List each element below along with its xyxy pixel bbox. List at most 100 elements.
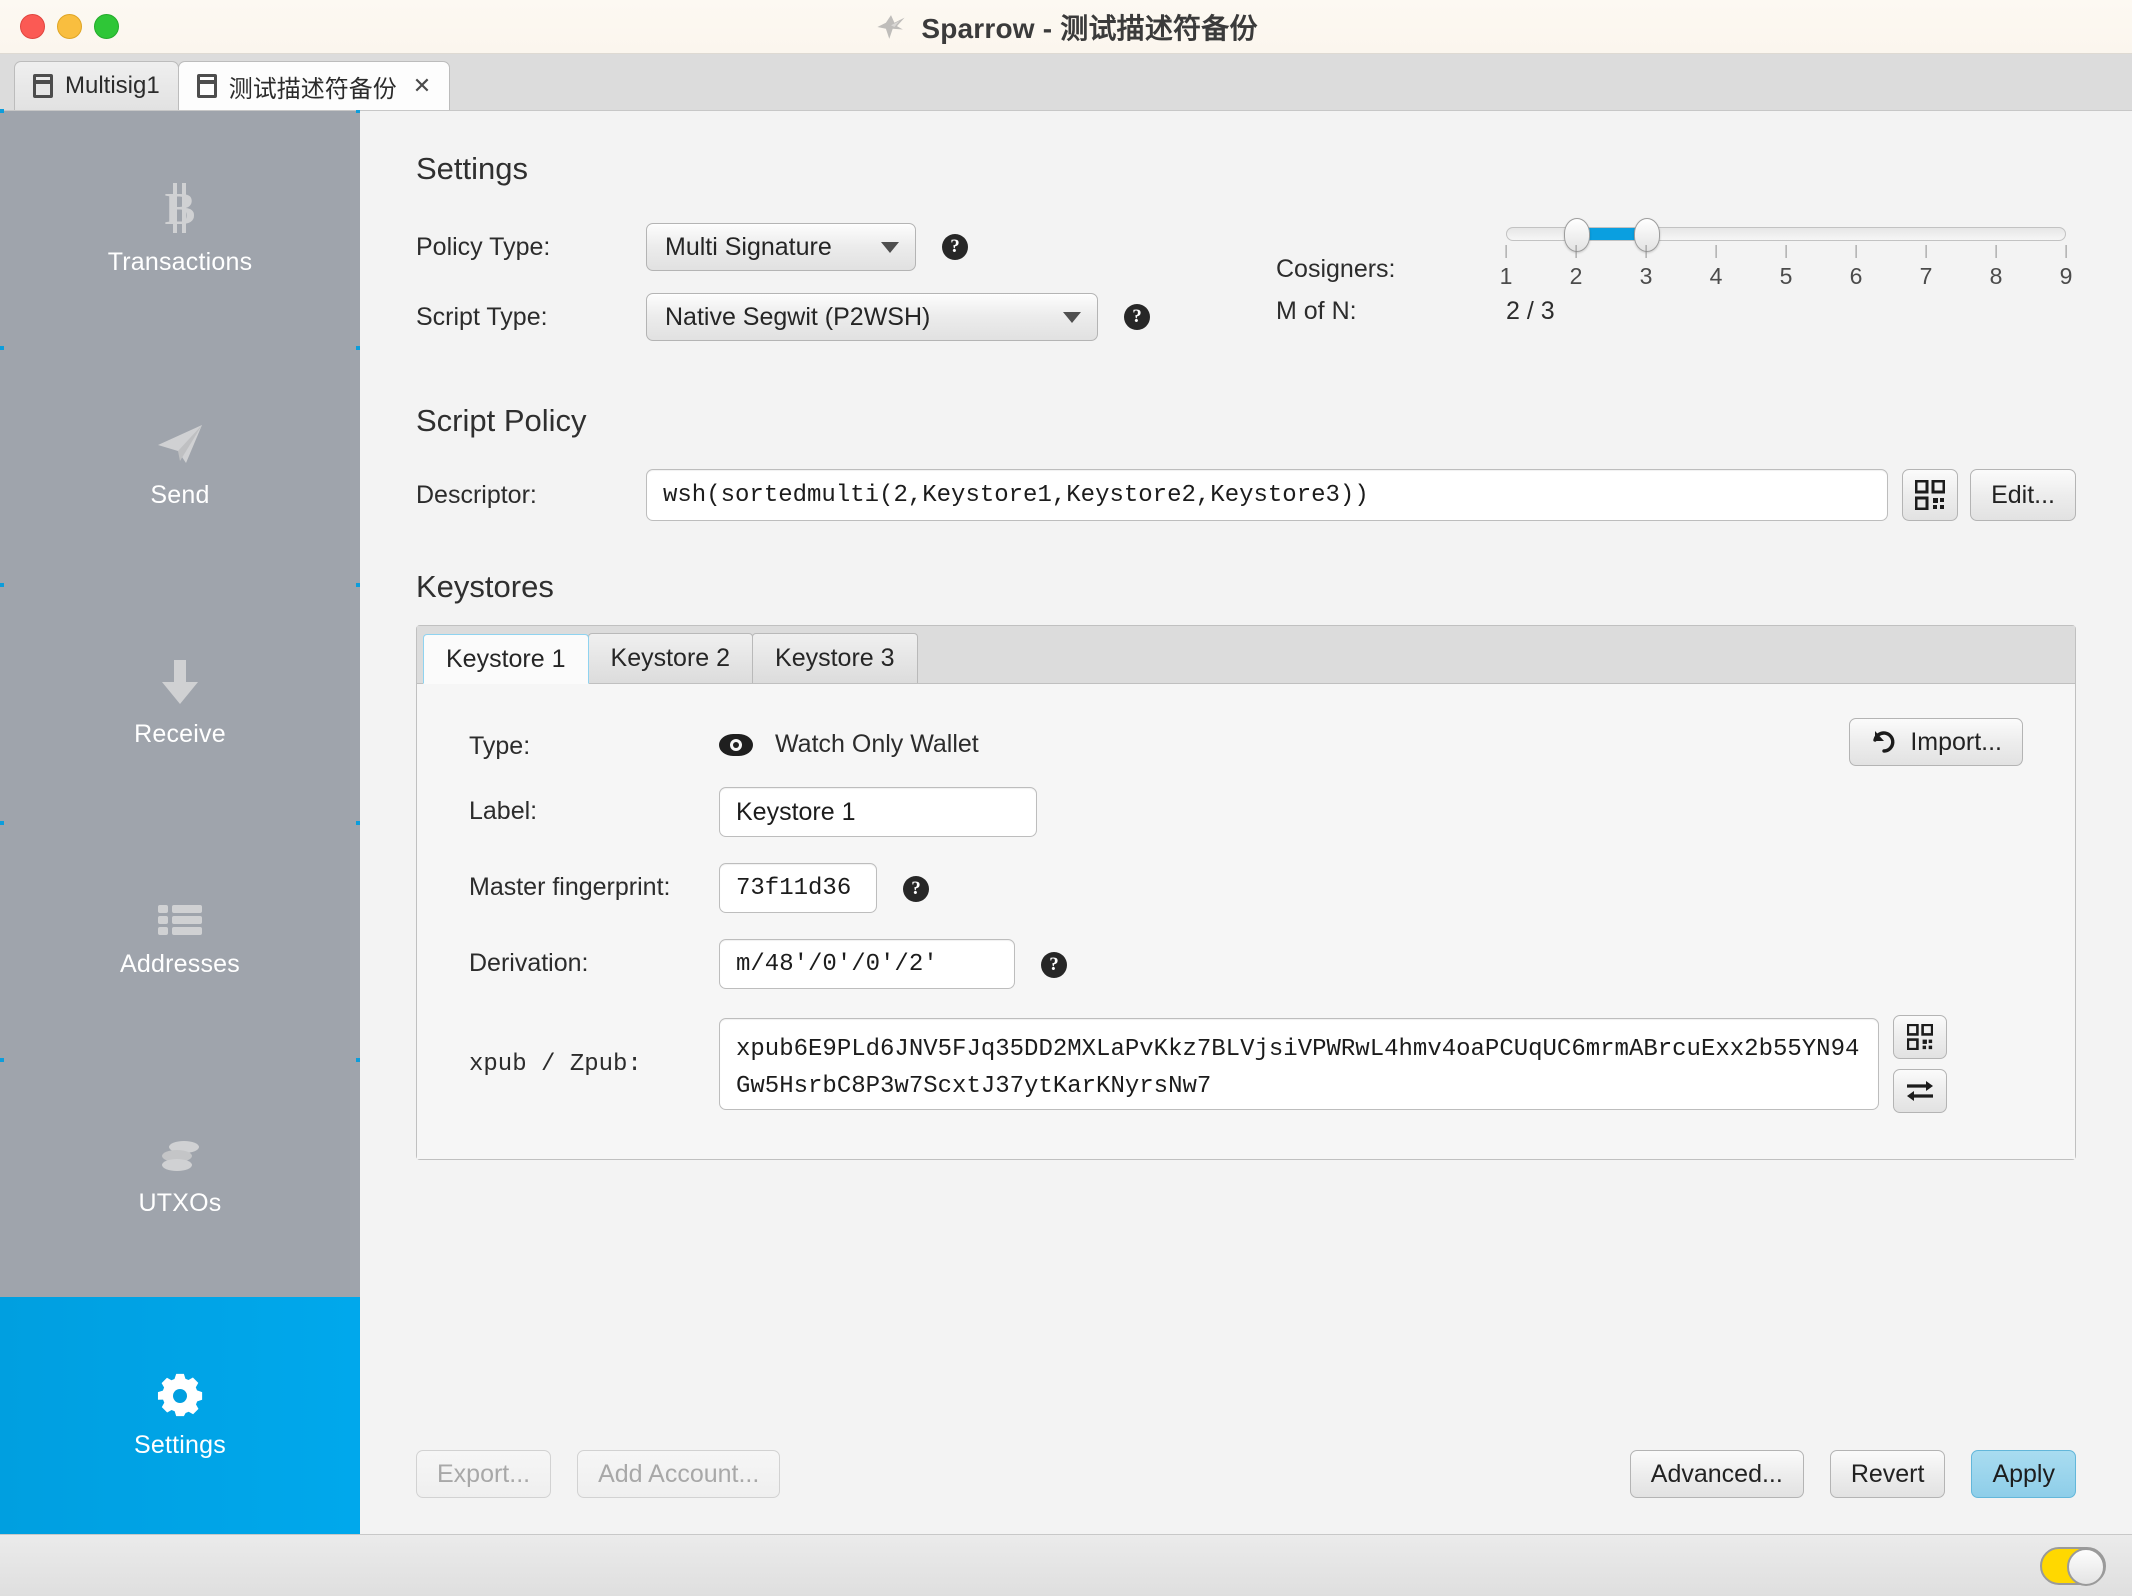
maximize-window-button[interactable] [94, 14, 119, 39]
minimize-window-button[interactable] [57, 14, 82, 39]
keystore-xpub-value: xpub6E9PLd6JNV5FJq35DD2MXLaPvKkz7BLVjsiV… [736, 1036, 1859, 1100]
slider-tick-mark [1645, 245, 1646, 258]
apply-button[interactable]: Apply [1971, 1450, 2076, 1498]
body-area: B Transactions Send [0, 111, 2132, 1534]
export-button[interactable]: Export... [416, 1450, 551, 1498]
descriptor-edit-button[interactable]: Edit... [1970, 469, 2076, 521]
app-window: Sparrow - 测试描述符备份 Multisig1 测试描述符备份 ✕ B [0, 0, 2132, 1596]
theme-toggle[interactable] [2040, 1547, 2106, 1585]
undo-icon [1870, 728, 1898, 756]
sidebar-item-receive[interactable]: Receive [0, 585, 360, 822]
revert-button[interactable]: Revert [1830, 1450, 1946, 1498]
exchange-arrows-icon [1905, 1079, 1935, 1103]
apply-label: Apply [1992, 1460, 2055, 1489]
slider-tick-value: 3 [1640, 263, 1653, 290]
descriptor-qr-button[interactable] [1902, 469, 1958, 521]
keystore-derivation-input[interactable]: m/48'/0'/0'/2' [719, 939, 1015, 989]
add-account-button[interactable]: Add Account... [577, 1450, 780, 1498]
sidebar-divider-dot [0, 346, 4, 350]
sidebar-item-label: Receive [134, 720, 226, 749]
keystore-label-value: Keystore 1 [736, 798, 856, 827]
list-icon [158, 904, 202, 936]
policy-type-value: Multi Signature [665, 233, 832, 262]
sidebar-item-send[interactable]: Send [0, 348, 360, 585]
descriptor-input[interactable]: wsh(sortedmulti(2,Keystore1,Keystore2,Ke… [646, 469, 1888, 521]
script-type-select[interactable]: Native Segwit (P2WSH) [646, 293, 1098, 341]
sidebar-divider-dot [0, 583, 4, 587]
eye-icon [719, 734, 753, 756]
keystore-tab-2[interactable]: Keystore 2 [588, 633, 754, 683]
qrcode-icon [1907, 1024, 1933, 1050]
arrow-down-icon [160, 658, 200, 706]
sidebar-item-transactions[interactable]: B Transactions [0, 111, 360, 348]
keystores-panel: Keystore 1 Keystore 2 Keystore 3 [416, 625, 2076, 1160]
window-title: Sparrow - 测试描述符备份 [921, 7, 1257, 47]
slider-tick-mark [2065, 245, 2066, 258]
export-label: Export... [437, 1460, 530, 1489]
keystore-tab-3[interactable]: Keystore 3 [752, 633, 918, 683]
m-of-n-value: 2 / 3 [1506, 297, 1555, 326]
keystore-tab-label: Keystore 1 [446, 645, 566, 674]
keystore-xpub-qr-button[interactable] [1893, 1015, 1947, 1059]
keystore-import-label: Import... [1910, 728, 2002, 757]
wallet-tab-descriptor-backup[interactable]: 测试描述符备份 ✕ [178, 61, 450, 110]
slider-tick: 8 [1990, 245, 2003, 290]
policy-type-help-icon[interactable]: ? [942, 234, 968, 260]
close-window-button[interactable] [20, 14, 45, 39]
window-controls [0, 14, 119, 39]
wallet-tab-multisig1[interactable]: Multisig1 [14, 61, 179, 110]
script-type-label: Script Type: [416, 303, 646, 332]
sidebar-divider-dot [0, 1058, 4, 1062]
policy-type-select[interactable]: Multi Signature [646, 223, 916, 271]
cosigners-slider[interactable]: 123456789 [1506, 227, 2066, 291]
slider-tick: 1 [1500, 245, 1513, 290]
slider-tick: 2 [1570, 245, 1583, 290]
descriptor-value: wsh(sortedmulti(2,Keystore1,Keystore2,Ke… [663, 482, 1369, 509]
close-tab-icon[interactable]: ✕ [413, 73, 431, 99]
script-type-help-icon[interactable]: ? [1124, 304, 1150, 330]
keystore-xpub-row: xpub / Zpub: xpub6E9PLd6JNV5FJq35DD2MXLa… [469, 1015, 2023, 1113]
keystore-tab-1[interactable]: Keystore 1 [423, 634, 589, 684]
chevron-down-icon [881, 242, 899, 253]
keystore-detail: Import... Type: Watch Only Wallet Label:… [417, 684, 2075, 1159]
keystore-type-value: Watch Only Wallet [775, 722, 979, 759]
keystore-label-input[interactable]: Keystore 1 [719, 787, 1037, 837]
sidebar-item-utxos[interactable]: UTXOs [0, 1060, 360, 1297]
slider-tick-value: 7 [1920, 263, 1933, 290]
keystore-fingerprint-input[interactable]: 73f11d36 [719, 863, 877, 913]
keystore-derivation-row: Derivation: m/48'/0'/0'/2' ? [469, 939, 2023, 989]
wallet-icon [33, 74, 53, 98]
sidebar-item-label: UTXOs [139, 1189, 222, 1218]
revert-label: Revert [1851, 1460, 1925, 1489]
gear-icon [157, 1371, 203, 1417]
slider-tick-mark [1855, 245, 1856, 258]
sparrow-logo-icon [874, 13, 908, 41]
keystore-xpub-input[interactable]: xpub6E9PLd6JNV5FJq35DD2MXLaPvKkz7BLVjsiV… [719, 1018, 1879, 1110]
descriptor-label: Descriptor: [416, 481, 646, 510]
descriptor-edit-label: Edit... [1991, 481, 2055, 510]
keystore-xpub-label: xpub / Zpub: [469, 1051, 719, 1078]
keystore-derivation-help-icon[interactable]: ? [1041, 952, 1067, 978]
slider-track[interactable] [1506, 227, 2066, 241]
keystore-import-button[interactable]: Import... [1849, 718, 2023, 766]
sidebar-item-settings[interactable]: Settings [0, 1297, 360, 1534]
wallet-tab-strip: Multisig1 测试描述符备份 ✕ [0, 54, 2132, 111]
slider-tick: 4 [1710, 245, 1723, 290]
descriptor-row: Descriptor: wsh(sortedmulti(2,Keystore1,… [416, 469, 2076, 521]
sidebar-item-label: Send [150, 481, 209, 510]
m-of-n-label: M of N: [1276, 297, 1506, 326]
slider-tick: 6 [1850, 245, 1863, 290]
keystore-xpub-buttons [1893, 1015, 1947, 1113]
script-policy-heading: Script Policy [416, 403, 2076, 439]
advanced-label: Advanced... [1651, 1460, 1783, 1489]
sidebar-item-addresses[interactable]: Addresses [0, 823, 360, 1060]
keystore-label-row: Label: Keystore 1 [469, 787, 2023, 837]
advanced-button[interactable]: Advanced... [1630, 1450, 1804, 1498]
script-type-value: Native Segwit (P2WSH) [665, 303, 930, 332]
keystore-tab-label: Keystore 3 [775, 644, 895, 673]
add-account-label: Add Account... [598, 1460, 759, 1489]
wallet-icon [197, 74, 217, 98]
keystore-xpub-convert-button[interactable] [1893, 1069, 1947, 1113]
keystore-fingerprint-help-icon[interactable]: ? [903, 876, 929, 902]
settings-heading: Settings [416, 151, 2076, 187]
